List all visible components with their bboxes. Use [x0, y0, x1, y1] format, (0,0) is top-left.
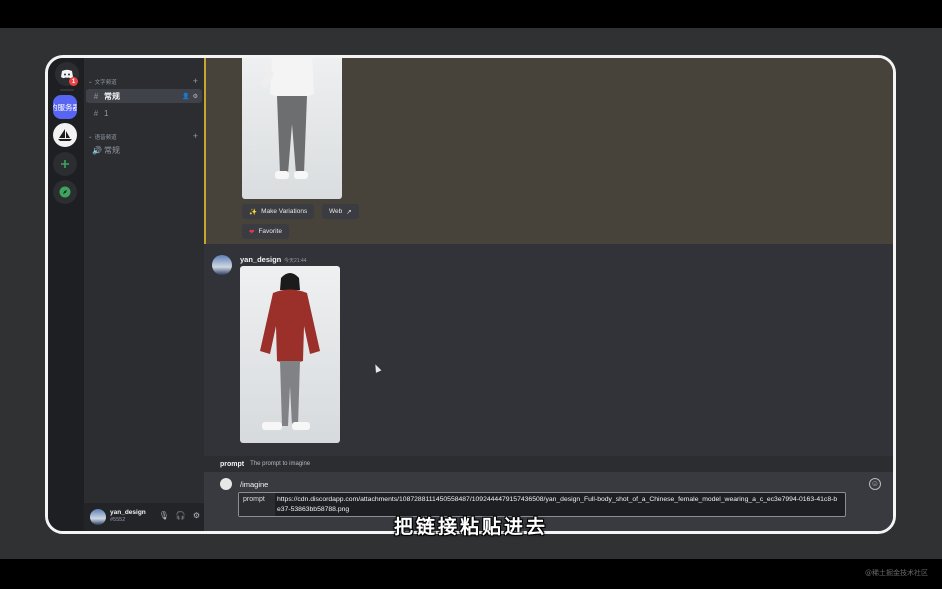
server-label: 的服务器 [53, 102, 77, 112]
server-rail: 1 的服务器 [48, 58, 84, 531]
explore-compass-icon [59, 186, 71, 198]
channel-name: 常规 [104, 145, 120, 155]
video-bottom-letterbox: @稀土掘金技术社区 [0, 559, 942, 589]
category-voice-channels[interactable]: ⌄ 语音频道 [88, 133, 117, 141]
web-button[interactable]: Web ↗ [322, 204, 359, 219]
hash-icon: # [93, 108, 99, 118]
plus-icon [61, 160, 69, 168]
hash-icon: # [93, 91, 99, 101]
channel-name: 常规 [104, 91, 120, 101]
channel-item-1[interactable]: # 1 [86, 106, 202, 120]
server-icon-sailboat[interactable] [53, 123, 77, 147]
video-subtitle: 把链接粘贴进去 [393, 516, 548, 538]
create-voice-channel-plus-icon[interactable]: + [193, 131, 198, 141]
model-figure-grey [260, 58, 314, 179]
video-top-letterbox [0, 0, 942, 28]
message-author[interactable]: yan_design [240, 255, 281, 264]
message-timestamp: 今天21:44 [284, 258, 307, 264]
speaker-icon: 🔊 [92, 145, 102, 155]
rail-separator [60, 89, 74, 91]
option-description: The prompt to imagine [250, 461, 311, 467]
add-server-button[interactable] [53, 152, 77, 176]
button-label: Web [329, 208, 343, 215]
make-variations-button[interactable]: ✨ Make Variations [242, 204, 315, 219]
external-link-icon: ↗ [346, 208, 352, 216]
channel-sidebar: ⌄ 文字频道 + # 常规 👤 ⚙ # 1 ⌄ 语音频道 + 🔊 常规 yan_ [84, 58, 204, 531]
channel-item-general[interactable]: # 常规 👤 ⚙ [86, 89, 202, 103]
sparkle-icon: ✨ [249, 208, 258, 216]
button-label: Make Variations [261, 208, 308, 215]
bot-avatar-icon [220, 478, 232, 490]
favorite-button[interactable]: ❤ Favorite [242, 224, 289, 239]
server-icon-active[interactable]: 的服务器 [53, 95, 77, 119]
generated-image-latest[interactable] [240, 266, 340, 443]
chevron-down-icon: ⌄ [88, 134, 93, 140]
generated-image-previous[interactable] [242, 58, 342, 199]
channel-name: 1 [104, 108, 109, 118]
category-label: 文字频道 [94, 80, 117, 86]
model-figure-red-jacket [260, 273, 320, 430]
create-text-channel-plus-icon[interactable]: + [193, 76, 198, 86]
avatar[interactable] [212, 255, 232, 275]
heart-icon: ❤ [249, 228, 255, 236]
emoji-icon[interactable]: ☺ [869, 478, 881, 490]
voice-channel-general[interactable]: 🔊 常规 [86, 143, 202, 157]
option-name: prompt [220, 460, 245, 468]
highlighted-message: ✨ Make Variations Web ↗ ❤ Favorite [204, 58, 893, 244]
button-label: Favorite [258, 228, 282, 235]
chevron-down-icon: ⌄ [88, 79, 93, 85]
mouse-cursor-icon [372, 363, 382, 373]
invite-icon[interactable]: 👤 [182, 93, 189, 100]
settings-gear-icon[interactable]: ⚙ [193, 93, 198, 100]
explore-servers-button[interactable] [53, 180, 77, 204]
category-text-channels[interactable]: ⌄ 文字频道 [88, 78, 117, 86]
command-option-hint: prompt The prompt to imagine [204, 456, 893, 472]
watermark: @稀土掘金技术社区 [865, 569, 928, 577]
chat-area: ✨ Make Variations Web ↗ ❤ Favorite yan_d… [204, 58, 893, 531]
discord-window: 1 的服务器 ⌄ 文字频道 + [45, 55, 896, 534]
sailboat-icon [58, 129, 72, 141]
slash-command-name: /imagine [240, 480, 269, 489]
category-label: 语音频道 [94, 135, 117, 141]
notification-badge: 1 [69, 77, 78, 86]
